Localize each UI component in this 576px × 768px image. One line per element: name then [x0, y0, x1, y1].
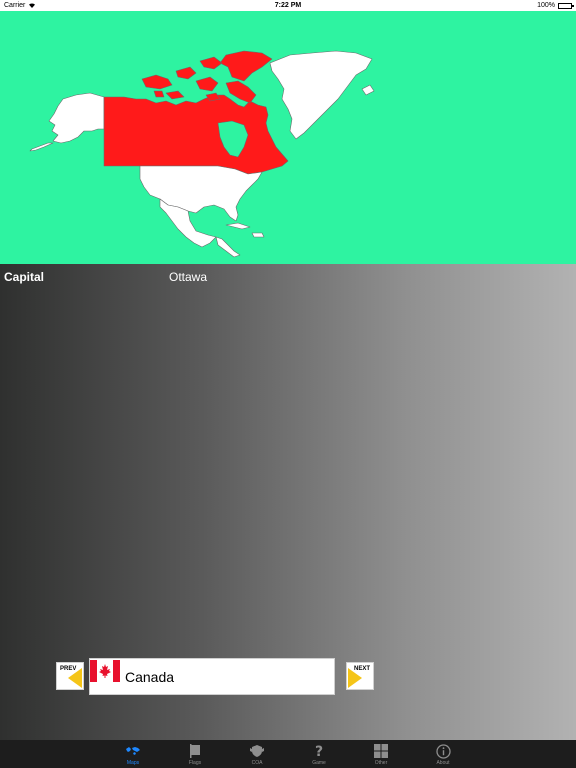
tab-bar: Maps Flags COA ? Game Other About [0, 740, 576, 768]
tab-maps[interactable]: Maps [102, 740, 164, 768]
country-selector[interactable]: Canada [89, 658, 335, 695]
question-mark-icon: ? [311, 743, 327, 759]
arrow-right-icon [348, 668, 362, 688]
arrow-left-icon [68, 668, 82, 688]
svg-text:?: ? [315, 744, 323, 758]
capital-value: Ottawa [169, 270, 208, 284]
flag-center [97, 659, 113, 682]
capital-label: Capital [4, 270, 45, 284]
prev-button[interactable]: PREV [56, 662, 84, 690]
maple-leaf-icon [99, 663, 111, 678]
tab-flags[interactable]: Flags [164, 740, 226, 768]
info-icon [435, 743, 451, 759]
battery-percent: 100% [537, 2, 555, 9]
central-america [215, 236, 241, 258]
status-right: 100% [537, 2, 574, 9]
canada-flag-icon [90, 659, 120, 682]
tab-coa[interactable]: COA [226, 740, 288, 768]
tab-about[interactable]: About [412, 740, 474, 768]
grid-icon [373, 743, 389, 759]
coat-of-arms-icon [249, 743, 265, 759]
tab-other[interactable]: Other [350, 740, 412, 768]
arctic-islands [141, 50, 273, 104]
tab-game[interactable]: ? Game [288, 740, 350, 768]
flag-left-band [90, 659, 97, 682]
map-view[interactable] [0, 11, 576, 264]
north-america-map [29, 50, 375, 258]
battery-icon [558, 2, 574, 9]
tab-label-flags: Flags [188, 760, 202, 766]
next-button[interactable]: NEXT [346, 662, 374, 690]
capital-row: Capital Ottawa [0, 270, 576, 286]
wifi-icon [28, 2, 36, 10]
status-left: Carrier [4, 2, 36, 10]
iceland-region [361, 84, 375, 96]
usa-region [139, 165, 263, 222]
aleutian-islands [29, 142, 54, 152]
tab-label-coa: COA [251, 760, 263, 766]
country-name: Canada [125, 668, 175, 685]
canada-region [103, 94, 289, 175]
tab-label-about: About [436, 760, 450, 766]
tab-label-other: Other [374, 760, 388, 766]
tab-label-maps: Maps [126, 760, 140, 766]
flag-right-band [113, 659, 120, 682]
flag-icon [187, 743, 203, 759]
status-time: 7:22 PM [274, 2, 302, 9]
world-map-icon [125, 743, 141, 759]
greenland-region [269, 50, 373, 140]
country-detail-panel: Capital Ottawa PREV Canada NEXT [0, 264, 576, 740]
carrier-label: Carrier [4, 2, 26, 9]
status-bar: Carrier 7:22 PM 100% [0, 0, 576, 11]
alaska-region [48, 92, 105, 144]
tab-label-game: Game [312, 760, 326, 766]
caribbean-islands [225, 222, 265, 238]
